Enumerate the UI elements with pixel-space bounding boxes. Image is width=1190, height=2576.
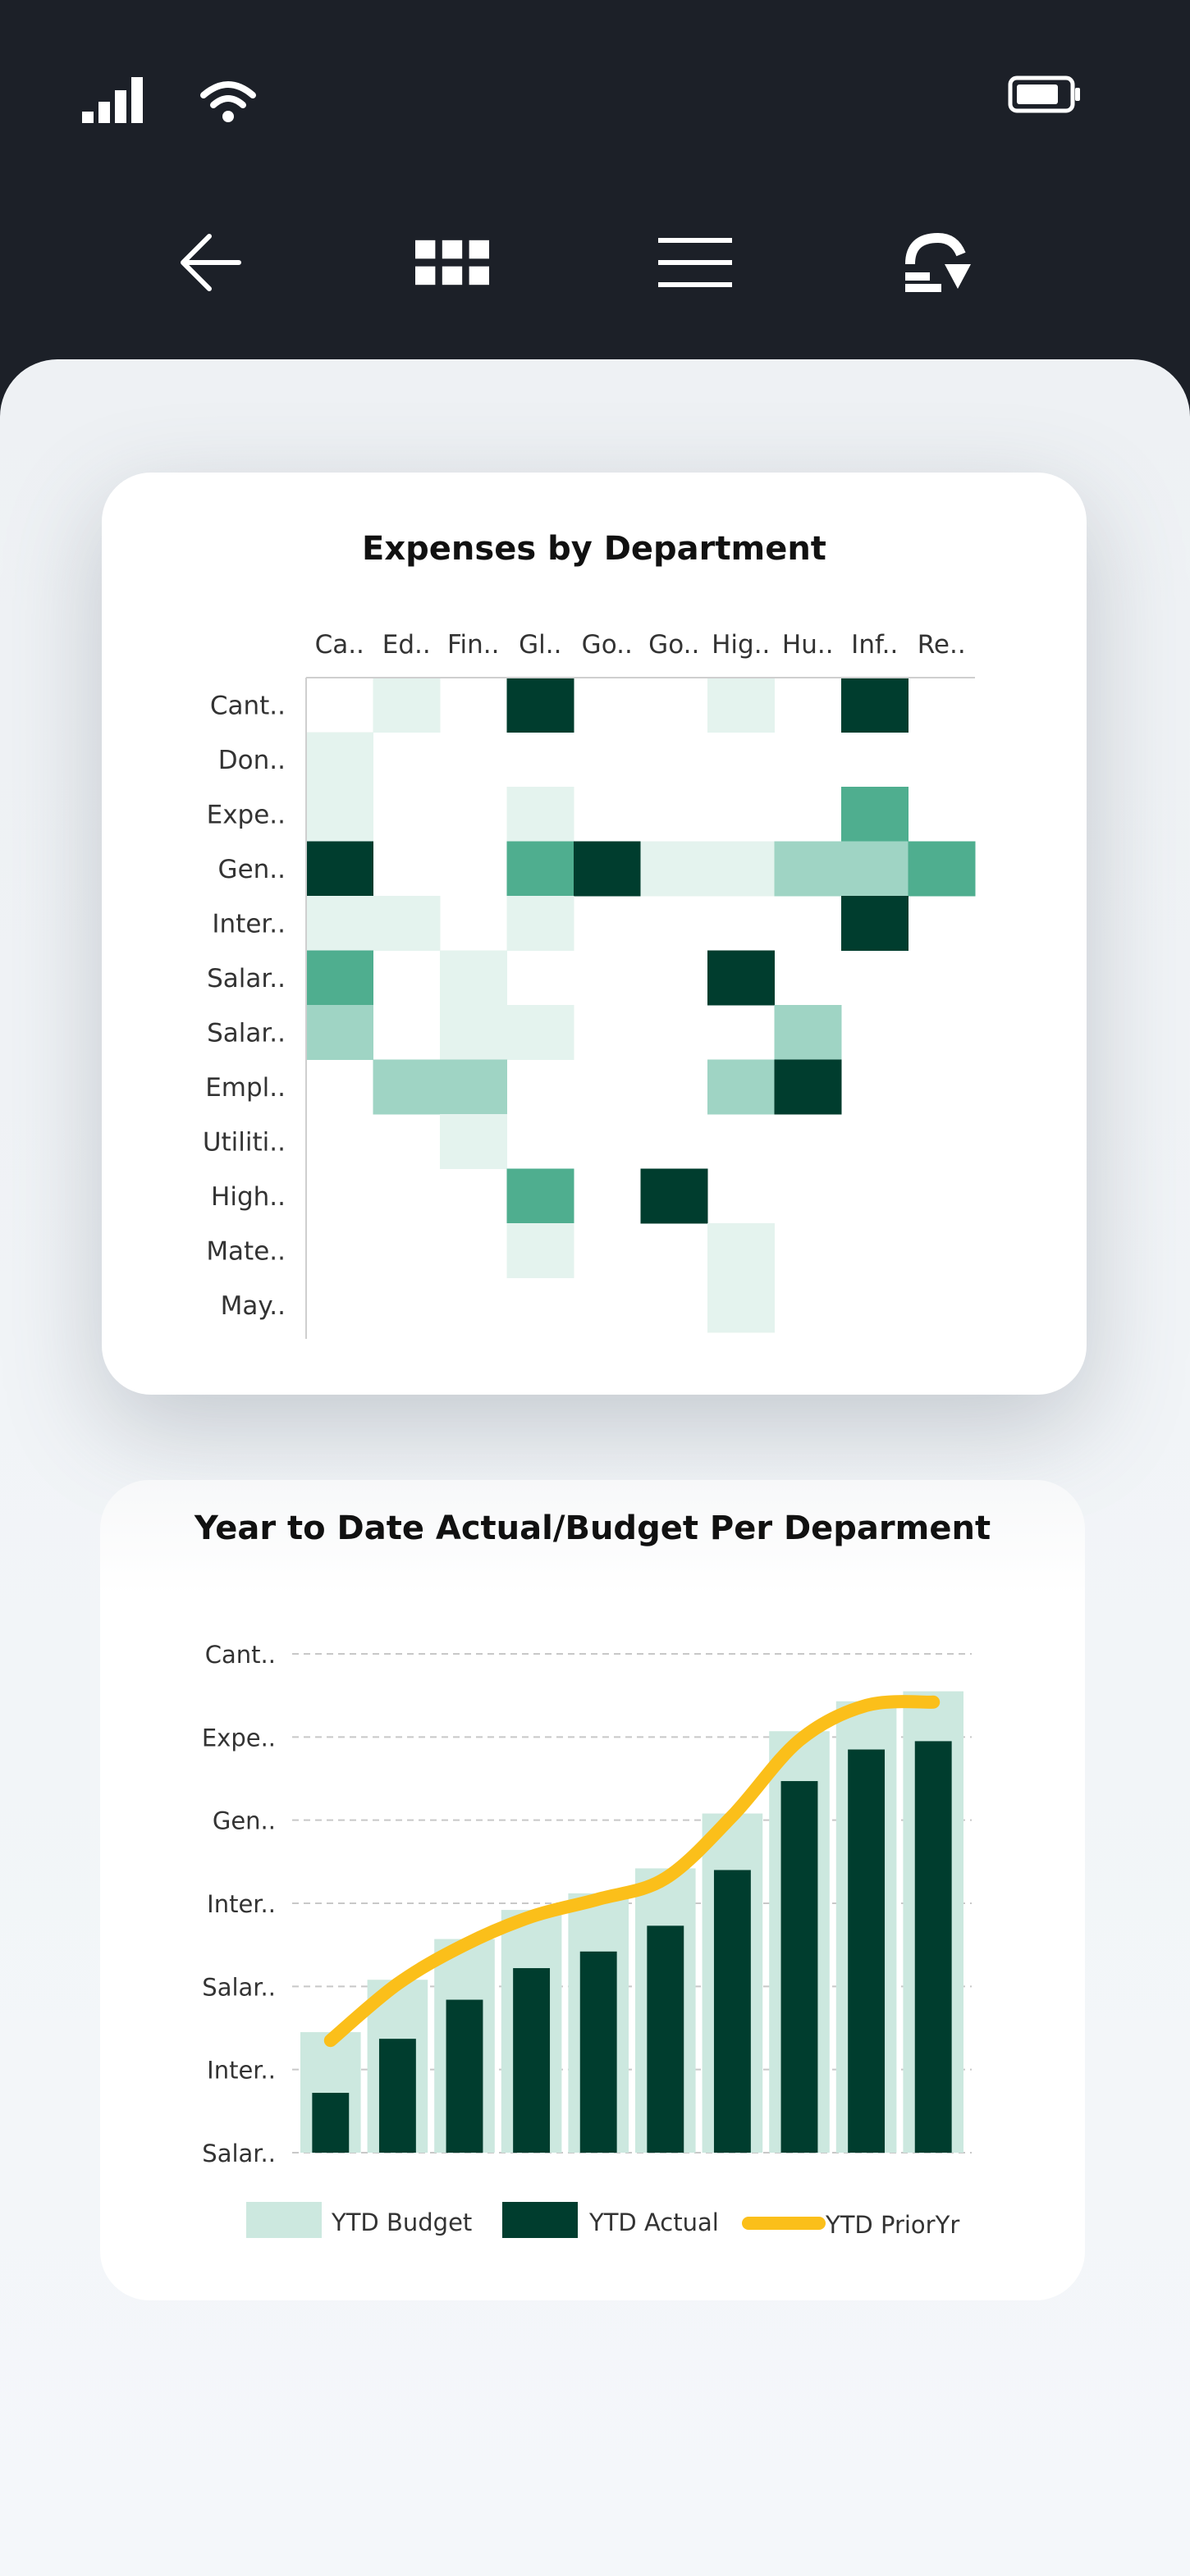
heatmap-y-label: May.. [221,1291,286,1321]
battery-icon [1008,75,1080,113]
heatmap-x-label: Re.. [918,630,966,660]
heatmap-cell [841,787,909,842]
bar-chart-y-label: Expe.. [202,1724,276,1752]
actual-bar [647,1925,684,2153]
heatmap-cell [774,1005,842,1060]
heatmap-cell [506,1223,574,1278]
actual-bar [713,1870,751,2153]
heatmap-cell [908,841,976,897]
legend-budget-swatch [246,2202,322,2238]
heatmap-cell [373,896,441,951]
heatmap-y-label: Empl.. [205,1073,286,1103]
heatmap-x-label: Fin.. [447,630,500,660]
heatmap-cell [774,841,842,897]
heatmap-x-label: Go.. [582,630,633,660]
heatmap-cell [306,896,373,951]
heatmap-cell [440,1059,507,1115]
refresh-icon [905,232,971,292]
bar-chart-y-label: Gen.. [213,1807,276,1835]
heatmap-x-label: Ed.. [382,630,431,660]
heatmap-cell [440,1114,507,1169]
bar-chart-y-label: Salar.. [202,1973,276,2001]
heatmap-cell [774,1059,842,1115]
heatmap-y-label: Cant.. [210,691,286,720]
legend-budget-label: YTD Budget [331,2208,472,2236]
heatmap-cell [506,1005,574,1060]
heatmap-cell [440,950,507,1006]
heatmap-y-label: High.. [211,1182,286,1212]
heatmap-cell [306,841,373,897]
actual-bar [848,1749,886,2153]
bar-chart-y-label: Salar.. [202,2140,276,2167]
actual-bar [579,1951,617,2153]
heatmap-cell [506,678,574,733]
heatmap-y-label: Don.. [218,746,286,775]
heatmap-cell [640,1168,708,1224]
heatmap-x-label: Inf.. [851,630,898,660]
heatmap-cell [506,1168,574,1224]
heatmap-chart: Ca.. Ed.. Fin.. Gl.. Go.. Go.. Hig.. Hu.. Inf.. R… [203,630,976,1339]
actual-bar [378,2039,416,2153]
heatmap-cell [707,678,775,733]
grid-button[interactable] [415,230,489,295]
heatmap-cell [574,841,641,897]
heatmap-cell [841,841,909,897]
menu-icon [658,238,732,287]
heatmap-cell [306,1005,373,1060]
heatmap-cell [373,1059,441,1115]
heatmap-y-label: Gen.. [218,855,286,884]
heatmap-x-label: Gl.. [519,630,561,660]
bar-chart-y-label: Inter.. [207,2057,276,2085]
actual-bar [513,1968,551,2153]
heatmap-cell [640,841,708,897]
heatmap-cell [440,1005,507,1060]
refresh-button[interactable] [899,230,973,295]
ytd-chart-card: Year to Date Actual/Budget Per Deparment… [100,1480,1085,2300]
heatmap-cell [707,841,775,897]
heatmap-cell [306,950,373,1006]
heatmap-cell [373,678,441,733]
actual-bar [780,1781,818,2153]
heatmap-y-label: Expe.. [207,800,286,829]
heatmap-x-label: Ca.. [315,630,364,660]
heatmap-cell [306,732,373,788]
heatmap-x-label: Hu.. [782,630,834,660]
wifi-icon [200,81,256,122]
heatmap-cell [707,1277,775,1333]
heatmap-y-label: Mate.. [206,1236,286,1266]
bar-chart-y-label: Cant.. [205,1641,276,1669]
heatmap-y-label: Salar.. [207,1018,286,1048]
heatmap-cell [841,678,909,733]
heatmap-y-label: Salar.. [207,964,286,993]
heatmap-y-label: Inter.. [212,909,286,939]
menu-button[interactable] [658,230,732,295]
top-bar [0,0,1190,361]
heatmap-x-label: Hig.. [712,630,770,660]
heatmap-cell [506,787,574,842]
heatmap-cell [506,896,574,951]
heatmap-cell [841,896,909,951]
back-arrow-icon [181,234,241,291]
actual-bar [446,1999,483,2153]
actual-bar [312,2093,350,2153]
back-button[interactable] [174,230,248,295]
heatmap-card: Expenses by Department Ca.. Ed.. Fin.. Gl..… [102,473,1087,1395]
heatmap-cell [707,1059,775,1115]
cellular-signal-icon [82,77,143,123]
heatmap-cell [707,1223,775,1278]
heatmap-x-label: Go.. [648,630,699,660]
actual-bar [914,1741,952,2153]
bar-chart-y-label: Inter.. [207,1890,276,1918]
ytd-bar-chart: Cant.. Expe.. Gen.. Inter.. Salar.. Inter.. Sa… [202,1641,972,2239]
grid-icon [415,240,489,285]
heatmap-cell [707,950,775,1006]
legend-actual-swatch [502,2202,578,2238]
legend-prior-label: YTD PriorYr [825,2211,959,2239]
heatmap-y-label: Utiliti.. [203,1127,286,1157]
legend-actual-label: YTD Actual [588,2208,719,2236]
heatmap-cell [306,787,373,842]
heatmap-cell [506,841,574,897]
